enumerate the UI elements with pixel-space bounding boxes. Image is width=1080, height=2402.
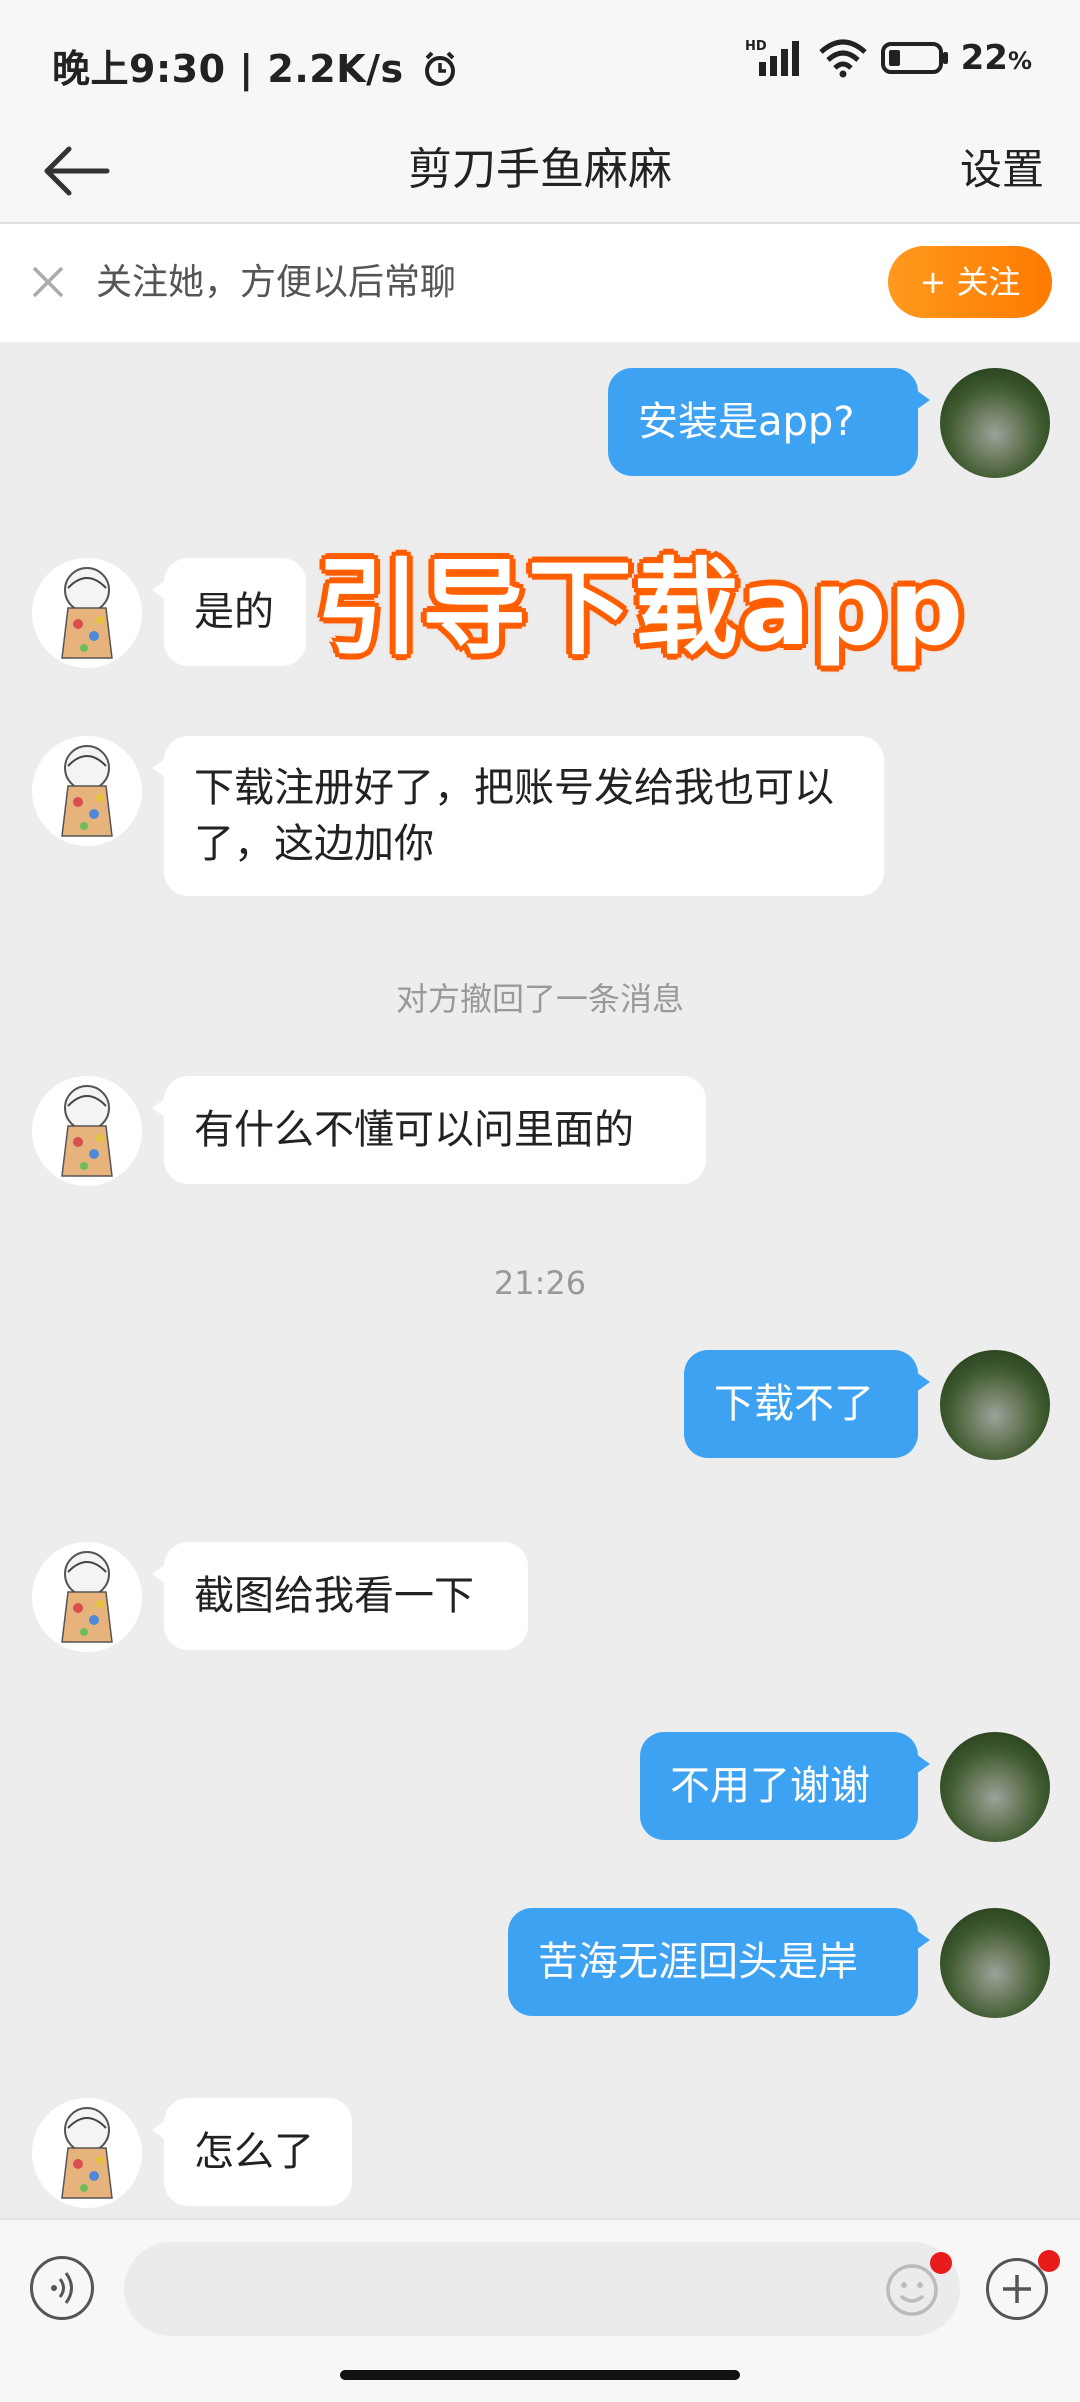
anime-girl-icon	[61, 1085, 113, 1177]
more-button[interactable]	[986, 2258, 1048, 2320]
follow-hint: 关注她，方便以后常聊	[96, 262, 457, 303]
contact-avatar[interactable]	[32, 1076, 142, 1186]
emoji-badge	[930, 2252, 952, 2274]
overlay-caption: 引导下载app	[316, 547, 966, 669]
status-speed: 2.2K/s	[267, 47, 404, 91]
contact-avatar[interactable]	[32, 558, 142, 668]
nav-bar: 剪刀手鱼麻麻 设置	[0, 120, 1080, 224]
message-bubble-sent[interactable]: 安装是app?	[608, 368, 930, 476]
battery-level: 22%	[960, 38, 1032, 78]
more-badge	[1038, 2250, 1060, 2272]
my-avatar[interactable]	[940, 368, 1050, 478]
settings-button[interactable]: 设置	[960, 138, 1044, 202]
home-indicator[interactable]	[340, 2370, 740, 2380]
message-bubble-sent[interactable]: 不用了谢谢	[640, 1732, 930, 1840]
signal-icon: HD	[745, 39, 799, 76]
status-left: 晚上9:30 | 2.2K/s	[52, 38, 459, 93]
message-bubble-sent[interactable]: 苦海无涯回头是岸	[508, 1908, 930, 2016]
voice-icon	[51, 2272, 73, 2304]
anime-girl-icon	[61, 745, 113, 837]
message-bubble-received[interactable]: 下载注册好了，把账号发给我也可以了，这边加你	[152, 736, 884, 896]
back-arrow-icon	[44, 146, 110, 196]
message-bubble-received[interactable]: 怎么了	[152, 2098, 352, 2206]
follow-bar: 关注她，方便以后常聊 + 关注	[0, 224, 1080, 342]
timestamp: 21:26	[493, 1264, 587, 1302]
voice-button[interactable]	[30, 2256, 94, 2320]
contact-avatar[interactable]	[32, 736, 142, 846]
message-bubble-received[interactable]: 截图给我看一下	[152, 1542, 528, 1650]
my-avatar[interactable]	[940, 1908, 1050, 2018]
my-avatar[interactable]	[940, 1350, 1050, 1460]
anime-girl-icon	[61, 1551, 113, 1643]
message-bubble-received[interactable]: 有什么不懂可以问里面的	[152, 1076, 706, 1184]
anime-girl-icon	[61, 567, 113, 659]
message-bubble-sent[interactable]: 下载不了	[684, 1350, 930, 1458]
status-time: 晚上9:30	[52, 47, 226, 91]
my-avatar[interactable]	[940, 1732, 1050, 1842]
anime-girl-icon	[61, 2107, 113, 2199]
message-bubble-received[interactable]: 是的	[152, 558, 306, 666]
contact-avatar[interactable]	[32, 2098, 142, 2208]
follow-button[interactable]: + 关注	[888, 246, 1052, 318]
alarm-icon	[425, 51, 456, 86]
battery-icon	[880, 42, 948, 74]
contact-avatar[interactable]	[32, 1542, 142, 1652]
close-icon[interactable]	[28, 262, 68, 302]
message-input[interactable]	[124, 2242, 960, 2336]
network-type: HD	[745, 39, 767, 54]
status-bar: 晚上9:30 | 2.2K/s HD 22%	[0, 0, 1080, 120]
page-title: 剪刀手鱼麻麻	[408, 144, 672, 195]
recall-notice: 对方撤回了一条消息	[395, 980, 684, 1018]
plus-icon	[1003, 2275, 1031, 2303]
back-button[interactable]	[36, 136, 116, 206]
status-right: HD 22%	[745, 36, 1032, 80]
wifi-icon	[818, 39, 867, 78]
